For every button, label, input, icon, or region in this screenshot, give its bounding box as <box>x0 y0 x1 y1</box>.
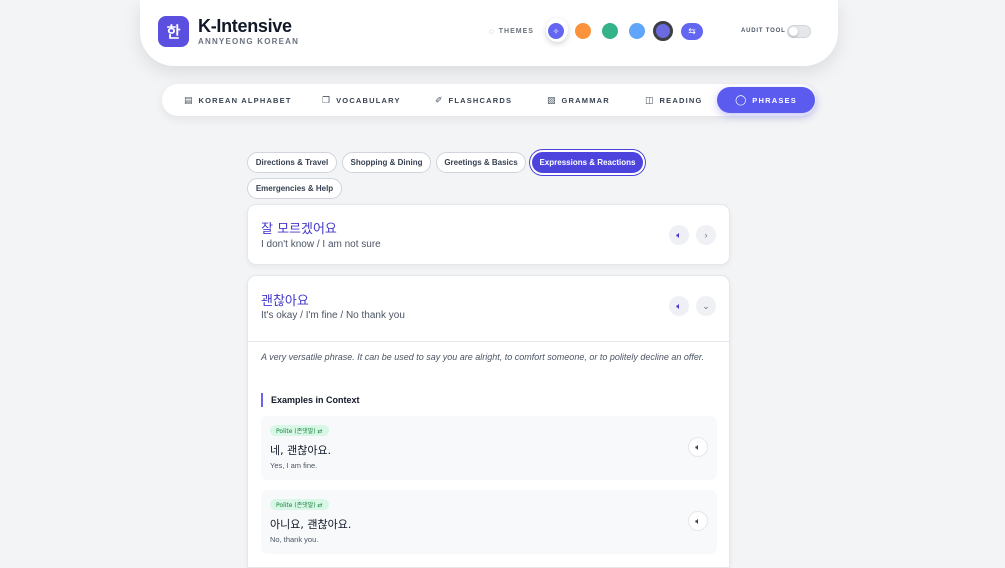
app-subtitle: ANNYEONG KOREAN <box>198 37 300 46</box>
palette-icon: ◌ <box>489 27 495 36</box>
category-emergencies-help[interactable]: Emergencies & Help <box>247 178 342 199</box>
nav-korean-alphabet[interactable]: ▤ KOREAN ALPHABET <box>184 84 292 116</box>
audit-tool-toggle[interactable] <box>787 25 811 38</box>
politeness-badge: Polite (존댓말) ⇄ <box>270 499 329 510</box>
speaker-icon: 🔈︎ <box>695 441 701 452</box>
chevron-right-icon: › <box>704 230 708 240</box>
nav-phrases[interactable]: ◯ PHRASES <box>717 87 815 113</box>
phrase-card-expanded: 괜찮아요 It's okay / I'm fine / No thank you… <box>247 275 730 568</box>
example-audio-button[interactable]: 🔈︎ <box>688 511 708 531</box>
brain-icon: ✐ <box>435 94 443 105</box>
collapse-button[interactable]: ⌄ <box>696 296 716 316</box>
expand-button[interactable]: › <box>696 225 716 245</box>
open-book-icon: ◫ <box>645 94 654 105</box>
theme-swatch-blue[interactable] <box>629 23 645 39</box>
toggle-knob <box>789 27 798 36</box>
custom-theme-button[interactable]: ⇆ <box>681 23 703 40</box>
phrase-english: It's okay / I'm fine / No thank you <box>261 310 405 321</box>
examples-heading: Examples in Context <box>261 393 360 407</box>
phrase-korean: 잘 모르겠어요 <box>261 222 337 237</box>
theme-swatch-green[interactable] <box>602 23 618 39</box>
app-title: K-Intensive <box>198 16 292 36</box>
themes-label: ◌ THEMES <box>489 27 534 36</box>
theme-swatch-orange[interactable] <box>575 23 591 39</box>
phrase-english: I don't know / I am not sure <box>261 239 381 250</box>
example-item: Polite (존댓말) ⇄ 아니요, 괜찮아요. No, thank you.… <box>261 490 717 554</box>
chat-bubble-icon: ◯ <box>735 94 747 106</box>
app-header: 한 K-Intensive ANNYEONG KOREAN ◌ THEMES ✧… <box>140 0 838 66</box>
speaker-icon: 🔈︎ <box>695 515 701 526</box>
sliders-icon: ⇆ <box>688 26 696 36</box>
example-item: Polite (존댓말) ⇄ 네, 괜찮아요. Yes, I am fine. … <box>261 416 717 480</box>
category-directions-travel[interactable]: Directions & Travel <box>247 152 337 173</box>
main-nav: ▤ KOREAN ALPHABET ❐ VOCABULARY ✐ FLASHCA… <box>162 84 816 116</box>
politeness-badge: Polite (존댓말) ⇄ <box>270 425 329 436</box>
nav-reading[interactable]: ◫ READING <box>645 84 703 116</box>
scroll-icon: ▧ <box>547 94 556 105</box>
sparkle-icon: ✧ <box>552 26 560 36</box>
category-greetings-basics[interactable]: Greetings & Basics <box>436 152 526 173</box>
speaker-icon: 🔈︎ <box>676 229 682 240</box>
card-divider <box>248 341 729 342</box>
category-expressions-reactions[interactable]: Expressions & Reactions <box>532 152 643 173</box>
speaker-icon: 🔈︎ <box>676 300 682 311</box>
chevron-down-icon: ⌄ <box>702 300 710 311</box>
example-english: Yes, I am fine. <box>270 461 318 470</box>
nav-flashcards[interactable]: ✐ FLASHCARDS <box>435 84 512 116</box>
book-icon: ▤ <box>184 94 193 105</box>
logo: 한 <box>158 16 189 47</box>
example-english: No, thank you. <box>270 535 319 544</box>
phrase-description: A very versatile phrase. It can be used … <box>261 352 705 362</box>
nav-grammar[interactable]: ▧ GRAMMAR <box>547 84 610 116</box>
category-shopping-dining[interactable]: Shopping & Dining <box>342 152 431 173</box>
phrase-korean: 괜찮아요 <box>261 294 309 309</box>
audit-tool-label: AUDIT TOOL <box>741 28 786 34</box>
play-audio-button[interactable]: 🔈︎ <box>669 225 689 245</box>
theme-swatch-selected[interactable] <box>653 21 673 41</box>
nav-vocabulary[interactable]: ❐ VOCABULARY <box>322 84 401 116</box>
theme-swatch-indigo[interactable]: ✧ <box>548 23 564 39</box>
example-korean: 아니요, 괜찮아요. <box>270 518 352 531</box>
play-audio-button[interactable]: 🔈︎ <box>669 296 689 316</box>
cards-icon: ❐ <box>322 94 331 105</box>
phrase-card[interactable]: 잘 모르겠어요 I don't know / I am not sure 🔈︎ … <box>247 204 730 265</box>
example-audio-button[interactable]: 🔈︎ <box>688 437 708 457</box>
example-korean: 네, 괜찮아요. <box>270 444 332 457</box>
